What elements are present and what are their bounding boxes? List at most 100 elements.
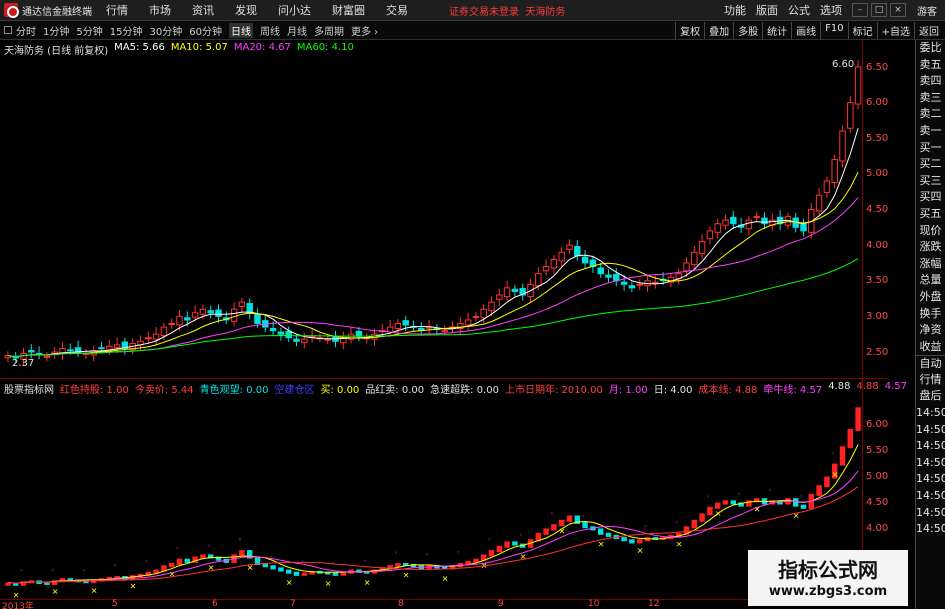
period-monthly[interactable]: 月线: [287, 23, 307, 38]
side-panel-item[interactable]: 涨跌: [916, 239, 945, 256]
minimize-button[interactable]: –: [852, 3, 868, 17]
toolbar-multi[interactable]: 多股: [733, 22, 762, 39]
candle-body: [238, 301, 246, 307]
menu-item-news[interactable]: 资讯: [192, 2, 214, 18]
period-checkbox[interactable]: [4, 26, 12, 34]
toolbar-back[interactable]: 返回: [914, 22, 943, 39]
side-panel-item[interactable]: 14:50: [916, 405, 945, 422]
time-label: 6: [212, 599, 218, 609]
login-status[interactable]: 证券交易未登录 天海防务: [449, 3, 565, 18]
period-15min[interactable]: 15分钟: [110, 23, 143, 38]
menu-item-market[interactable]: 市场: [149, 2, 171, 18]
side-panel-item[interactable]: 买五: [916, 206, 945, 223]
price-tick: 6.00: [866, 97, 889, 108]
menu-item-quotes[interactable]: 行情: [106, 2, 128, 18]
period-more[interactable]: 更多 ›: [351, 23, 378, 38]
side-panel-item[interactable]: 外盘: [916, 289, 945, 306]
side-panel-item[interactable]: 换手: [916, 306, 945, 323]
indicator-marker: ◦: [488, 536, 492, 544]
indicator-bar: [839, 446, 846, 466]
side-panel-item[interactable]: 买四: [916, 189, 945, 206]
menu-formula[interactable]: 公式: [788, 2, 810, 18]
indicator-marker: ◦: [20, 567, 24, 575]
side-panel-item[interactable]: 盘后: [916, 388, 945, 405]
side-panel-item[interactable]: 卖二: [916, 106, 945, 123]
candle-body: [854, 66, 862, 105]
side-panel-item[interactable]: 14:50: [916, 488, 945, 505]
side-panel-item[interactable]: 14:50: [916, 438, 945, 455]
side-panel-item[interactable]: 卖四: [916, 73, 945, 90]
indicator-marker: ◦: [363, 558, 367, 566]
side-panel-item[interactable]: 自动: [916, 355, 945, 372]
side-panel-item[interactable]: 买一: [916, 140, 945, 157]
menu-item-wealth[interactable]: 财富圈: [332, 2, 365, 18]
candle-body: [28, 350, 35, 353]
candle-body: [566, 244, 573, 250]
quote-side-panel[interactable]: 委比 卖五 卖四 卖三 卖二 卖一 买一 买二 买三 买四 买五 现价 涨跌 涨幅 总量 外盘 换手 净资 收益 自动…: [915, 40, 945, 609]
side-panel-item[interactable]: 卖一: [916, 123, 945, 140]
indicator-bar: [621, 537, 627, 542]
indicator-value: 青色观望: 0.00: [199, 385, 269, 396]
side-panel-item[interactable]: 14:50: [916, 471, 945, 488]
period-multi[interactable]: 多周期: [314, 23, 344, 38]
side-panel-item[interactable]: 14:50: [916, 455, 945, 472]
side-panel-item[interactable]: 现价: [916, 223, 945, 240]
close-button[interactable]: ×: [890, 3, 906, 17]
side-panel-item[interactable]: 14:50: [916, 505, 945, 522]
side-panel-item[interactable]: 14:50: [916, 422, 945, 439]
indicator-tick: 6.00: [866, 419, 889, 430]
indicator-buy-marker: ✕: [364, 579, 371, 588]
period-5min[interactable]: 5分钟: [76, 23, 102, 38]
side-panel-item[interactable]: 涨幅: [916, 256, 945, 273]
period-weekly[interactable]: 周线: [260, 23, 280, 38]
side-panel-item[interactable]: 买二: [916, 156, 945, 173]
candle-body: [535, 273, 542, 287]
toolbar-stats[interactable]: 统计: [762, 22, 791, 39]
menu-function[interactable]: 功能: [724, 2, 746, 18]
side-panel-item[interactable]: 卖三: [916, 90, 945, 107]
candle-body: [831, 159, 838, 183]
price-axis: 6.50 6.00 5.50 5.00 4.50 4.00 3.50 3.00 …: [862, 40, 888, 378]
side-panel-item[interactable]: 行情: [916, 372, 945, 389]
toolbar-f10[interactable]: F10: [820, 22, 847, 39]
side-panel-item[interactable]: 总量: [916, 272, 945, 289]
indicator-bar: [792, 498, 799, 507]
toolbar-mark[interactable]: 标记: [847, 22, 877, 39]
candle-body: [293, 338, 300, 342]
side-panel-item[interactable]: 卖五: [916, 57, 945, 74]
menu-layout[interactable]: 版面: [756, 2, 778, 18]
main-kline-chart[interactable]: 天海防务 (日线 前复权) MA5: 5.66 MA10: 5.07 MA20:…: [0, 40, 888, 378]
menu-item-ask[interactable]: 问小达: [278, 2, 311, 18]
period-daily[interactable]: 日线: [228, 22, 253, 38]
period-30min[interactable]: 30分钟: [149, 23, 182, 38]
toolbar-watchlist[interactable]: +自选: [876, 22, 914, 39]
side-panel-item[interactable]: 收益: [916, 339, 945, 356]
toolbar-adjust[interactable]: 复权: [675, 22, 704, 39]
kline-svg[interactable]: [0, 40, 862, 378]
toolbar-draw[interactable]: 画线: [791, 22, 820, 39]
side-panel-item[interactable]: 14:50: [916, 521, 945, 538]
toolbar-overlay[interactable]: 叠加: [704, 22, 733, 39]
indicator-marker: ◦: [581, 512, 585, 520]
side-panel-item[interactable]: 净资: [916, 322, 945, 339]
candle-body: [277, 331, 285, 335]
period-60min[interactable]: 60分钟: [189, 23, 222, 38]
indicator-svg[interactable]: ✕◦ ◦✕◦✕◦✕◦✕◦ ◦✕◦✕◦✕◦✕◦ ◦✕◦✕◦✕◦✕◦◦✕◦✕◦✕◦✕◦◦✕…: [0, 379, 862, 600]
period-1min[interactable]: 1分钟: [43, 23, 69, 38]
indicator-marker: ◦: [394, 549, 398, 557]
side-panel-item[interactable]: 买三: [916, 173, 945, 190]
indicator-bar: [629, 539, 635, 544]
indicator-marker: ◦: [144, 558, 148, 566]
indicator-marker: ◦: [800, 493, 804, 501]
guest-label[interactable]: 游客: [917, 3, 937, 18]
menu-options[interactable]: 选项: [820, 2, 842, 18]
indicator-tick: 4.50: [866, 497, 889, 508]
candle-body: [464, 319, 472, 326]
maximize-button[interactable]: □: [871, 3, 887, 17]
menu-item-trade[interactable]: 交易: [386, 2, 408, 18]
side-panel-item[interactable]: 委比: [916, 40, 945, 57]
menu-item-discover[interactable]: 发现: [235, 2, 257, 18]
indicator-bar: [636, 539, 643, 544]
period-tick[interactable]: 分时: [16, 23, 36, 38]
indicator-value: 4.57: [884, 381, 907, 392]
